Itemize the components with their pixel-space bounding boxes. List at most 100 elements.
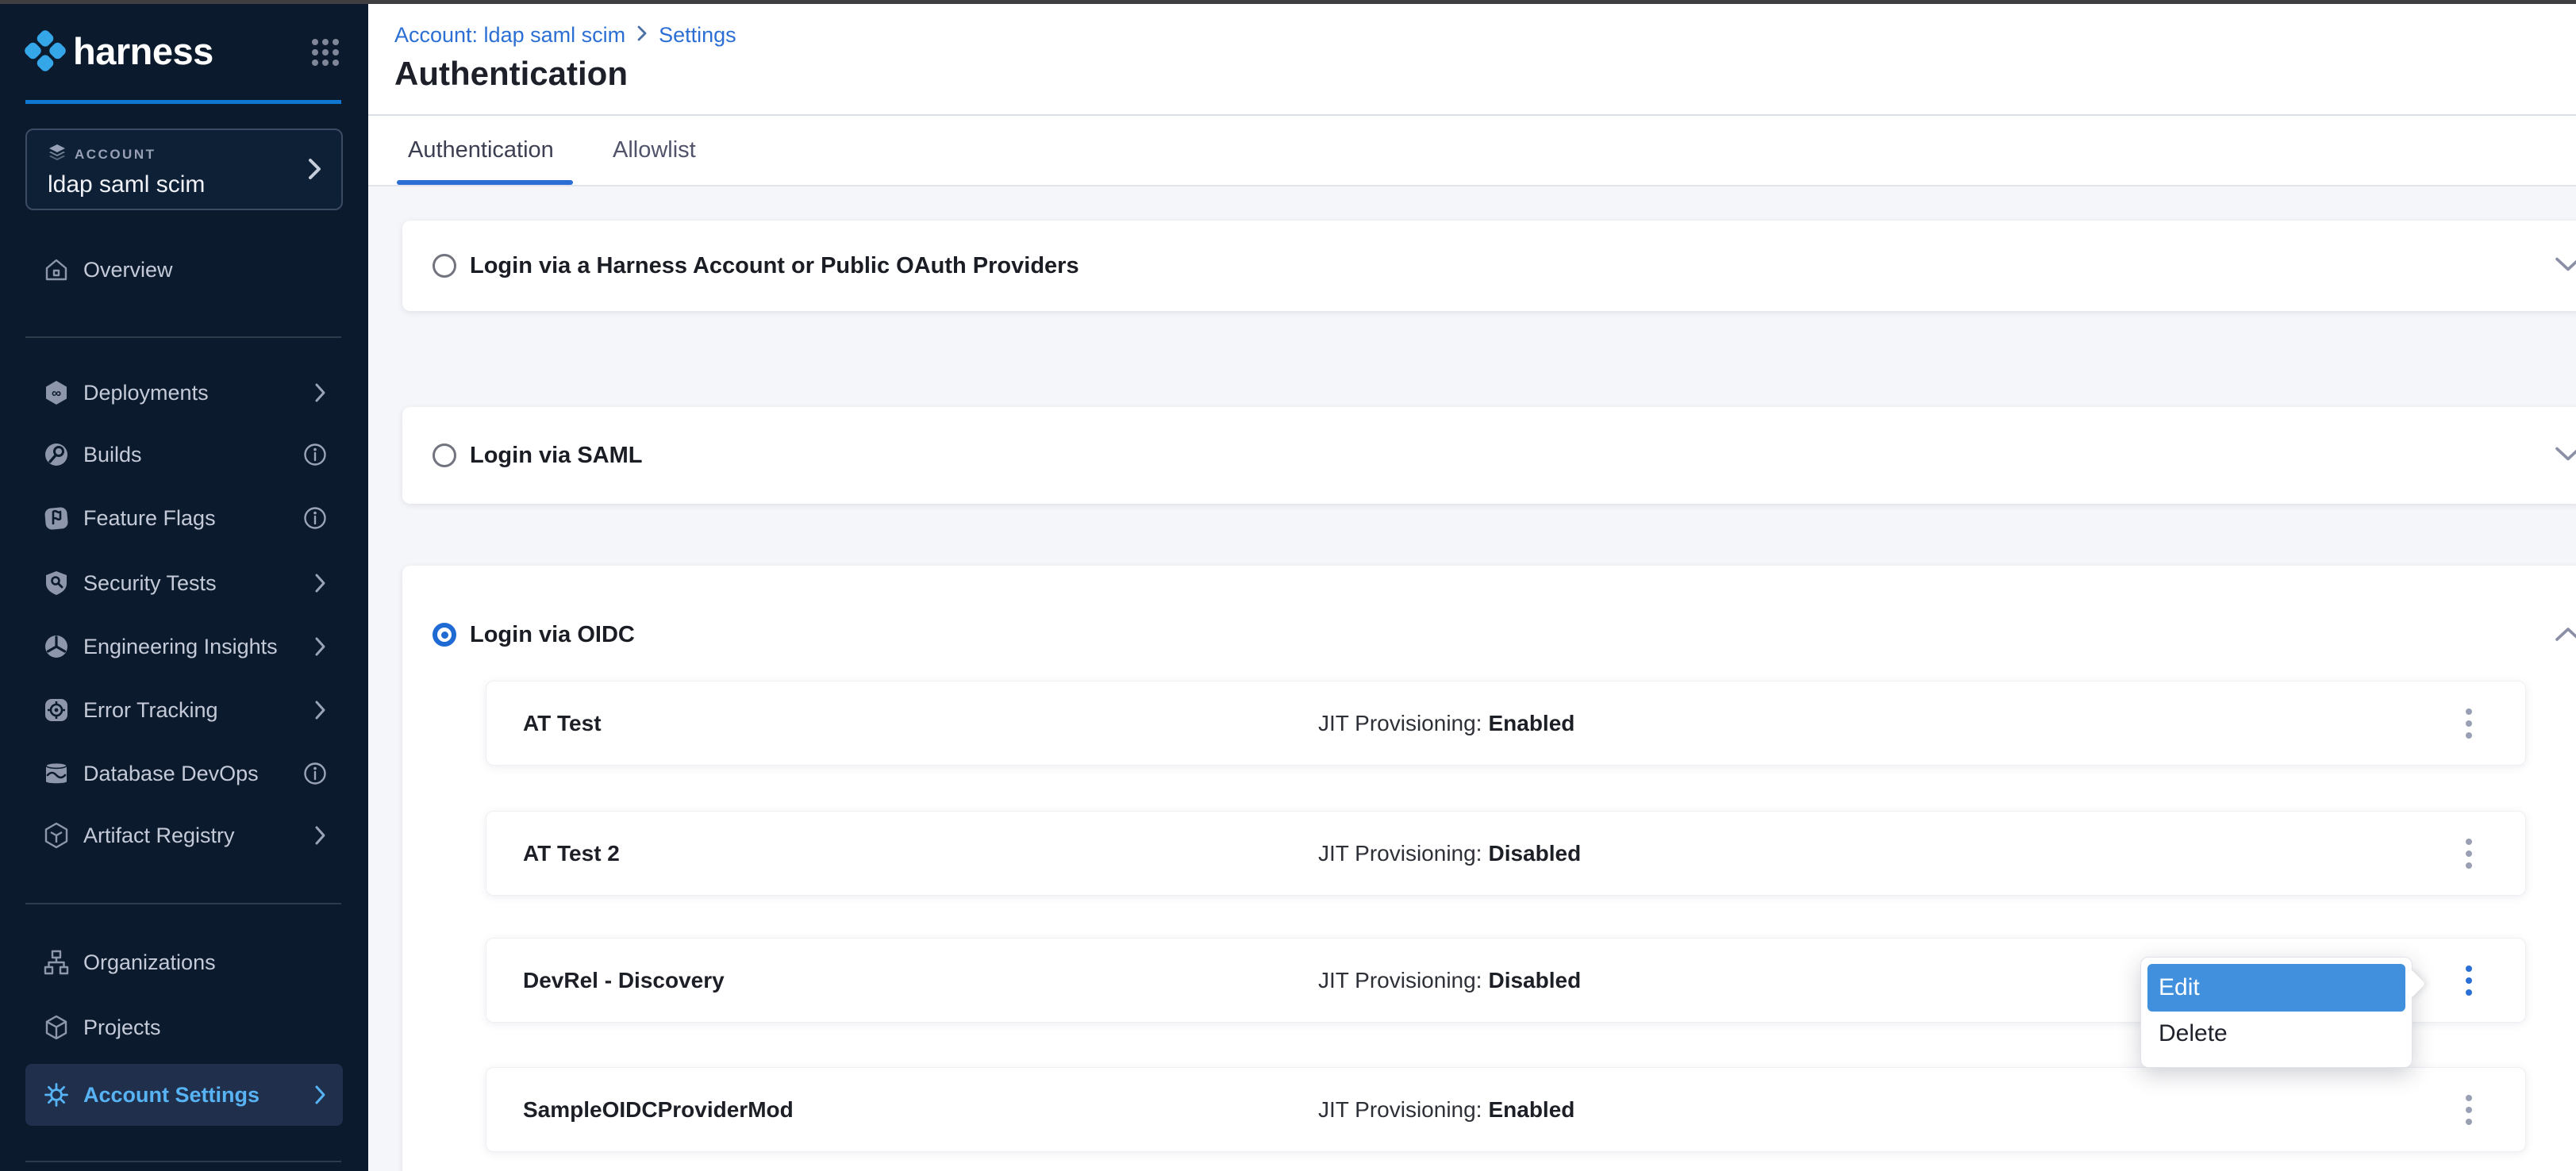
- collapse-oidc-button[interactable]: [2555, 626, 2576, 644]
- kebab-dot: [2466, 1095, 2472, 1101]
- sidebar-item-label: Engineering Insights: [83, 635, 278, 659]
- jit-provisioning: JIT Provisioning:Disabled: [1318, 841, 1581, 866]
- sidebar-item-label: Artifact Registry: [83, 824, 235, 848]
- chevron-right-icon: [314, 382, 327, 403]
- kebab-dot: [2466, 850, 2472, 857]
- chevron-right-icon: [314, 700, 327, 720]
- sidebar-item-overview[interactable]: Overview: [25, 248, 343, 292]
- active-tab-underline: [397, 180, 573, 185]
- sidebar-item-label: Database DevOps: [83, 762, 259, 786]
- jit-provisioning-value: Disabled: [1488, 968, 1581, 992]
- info-icon[interactable]: [303, 762, 327, 785]
- sidebar-divider: [25, 336, 341, 338]
- provider-name: AT Test: [523, 711, 602, 736]
- jit-provisioning-label: JIT Provisioning:: [1318, 1097, 1482, 1122]
- sidebar-item-label: Deployments: [83, 381, 209, 405]
- tab-authentication[interactable]: Authentication: [408, 116, 554, 185]
- sidebar-item-account-settings[interactable]: Account Settings: [25, 1064, 343, 1126]
- sidebar-item-security-tests[interactable]: Security Tests: [25, 561, 343, 605]
- kebab-dot: [2466, 708, 2472, 715]
- provider-name: SampleOIDCProviderMod: [523, 1097, 794, 1123]
- sidebar-item-label: Organizations: [83, 950, 216, 975]
- jit-provisioning-value: Disabled: [1488, 841, 1581, 866]
- tab-allowlist[interactable]: Allowlist: [613, 116, 696, 185]
- auth-option-saml-card[interactable]: Login via SAML: [402, 407, 2576, 504]
- auth-option-label: Login via OIDC: [470, 622, 635, 648]
- sidebar-item-label: Security Tests: [83, 571, 217, 596]
- breadcrumb-separator-icon: [636, 23, 648, 48]
- projects-icon: [43, 1014, 70, 1041]
- sidebar-item-organizations[interactable]: Organizations: [25, 940, 343, 985]
- chevron-right-icon: [314, 573, 327, 593]
- sidebar: harness ACCOUNT ldap saml scim: [0, 0, 368, 1171]
- kebab-dot: [2466, 720, 2472, 727]
- radio-oauth[interactable]: [433, 254, 456, 278]
- jit-provisioning: JIT Provisioning:Enabled: [1318, 1097, 1574, 1123]
- oidc-card-header[interactable]: Login via OIDC: [433, 611, 635, 658]
- page-header: Account: ldap saml scim Settings Authent…: [368, 4, 2576, 116]
- kebab-dot: [2466, 839, 2472, 845]
- account-scope-label: ACCOUNT: [75, 147, 156, 163]
- info-icon[interactable]: [303, 506, 327, 530]
- radio-saml[interactable]: [433, 443, 456, 467]
- auth-option-oauth-card[interactable]: Login via a Harness Account or Public OA…: [402, 221, 2576, 311]
- jit-provisioning-value: Enabled: [1488, 1097, 1574, 1122]
- sidebar-item-label: Error Tracking: [83, 698, 218, 723]
- provider-menu-button[interactable]: [2451, 957, 2486, 1004]
- jit-provisioning-label: JIT Provisioning:: [1318, 968, 1482, 992]
- kebab-dot: [2466, 989, 2472, 996]
- security-tests-icon: [43, 570, 70, 597]
- auth-option-label: Login via SAML: [470, 443, 643, 469]
- sidebar-item-database-devops[interactable]: Database DevOps: [25, 751, 343, 796]
- sidebar-item-engineering-insights[interactable]: Engineering Insights: [25, 624, 343, 669]
- provider-menu-button[interactable]: [2451, 830, 2486, 877]
- jit-provisioning: JIT Provisioning:Disabled: [1318, 968, 1581, 993]
- page-title: Authentication: [394, 55, 628, 93]
- sidebar-item-projects[interactable]: Projects: [25, 1005, 343, 1050]
- sidebar-item-label: Overview: [83, 258, 173, 282]
- kebab-dot: [2466, 862, 2472, 869]
- layers-icon: [48, 143, 67, 166]
- engineering-insights-icon: [43, 633, 70, 660]
- provider-context-menu: Edit Delete: [2140, 957, 2413, 1068]
- chevron-up-icon: [2555, 632, 2576, 644]
- chevron-right-icon: [314, 636, 327, 657]
- sidebar-item-feature-flags[interactable]: Feature Flags: [25, 496, 343, 540]
- jit-provisioning-label: JIT Provisioning:: [1318, 711, 1482, 735]
- error-tracking-icon: [43, 697, 70, 724]
- sidebar-item-error-tracking[interactable]: Error Tracking: [25, 688, 343, 732]
- radio-oidc[interactable]: [433, 623, 456, 647]
- gear-icon: [43, 1081, 70, 1108]
- sidebar-item-artifact-registry[interactable]: Artifact Registry: [25, 813, 343, 858]
- grid-9-dots-icon: [310, 59, 341, 71]
- provider-menu-button[interactable]: [2451, 1086, 2486, 1134]
- oidc-provider-row: AT Test 2 JIT Provisioning:Disabled: [486, 811, 2526, 896]
- window-top-edge: [0, 0, 2576, 4]
- app-root: harness ACCOUNT ldap saml scim: [0, 0, 2576, 1171]
- artifact-registry-icon: [43, 822, 70, 849]
- sidebar-item-builds[interactable]: Builds: [25, 432, 343, 477]
- auth-option-oidc-card: Login via OIDC AT Test JIT Provisioning:…: [402, 566, 2576, 1171]
- expand-saml-button[interactable]: [2555, 447, 2576, 465]
- sidebar-item-deployments[interactable]: ∞ Deployments: [25, 370, 343, 415]
- kebab-dot: [2466, 1107, 2472, 1113]
- app-grid-button[interactable]: [310, 36, 341, 68]
- account-switcher[interactable]: ACCOUNT ldap saml scim: [25, 129, 343, 210]
- kebab-dot: [2466, 977, 2472, 984]
- tab-bar: Authentication Allowlist: [368, 116, 2576, 186]
- menu-item-edit[interactable]: Edit: [2147, 964, 2405, 1012]
- oidc-provider-row: AT Test JIT Provisioning:Enabled: [486, 681, 2526, 766]
- chevron-right-icon: [306, 155, 324, 186]
- menu-item-delete[interactable]: Delete: [2147, 1012, 2405, 1056]
- breadcrumb-account-link[interactable]: Account: ldap saml scim: [394, 23, 625, 48]
- breadcrumb-settings-link[interactable]: Settings: [659, 23, 736, 48]
- provider-menu-button[interactable]: [2451, 700, 2486, 747]
- svg-text:∞: ∞: [52, 386, 61, 401]
- harness-logo-link[interactable]: harness: [24, 17, 344, 84]
- organizations-icon: [43, 949, 70, 976]
- expand-oauth-button[interactable]: [2555, 257, 2576, 275]
- logo-accent-underline: [25, 100, 341, 104]
- sidebar-item-label: Builds: [83, 443, 142, 467]
- info-icon[interactable]: [303, 443, 327, 466]
- home-icon: [43, 256, 70, 283]
